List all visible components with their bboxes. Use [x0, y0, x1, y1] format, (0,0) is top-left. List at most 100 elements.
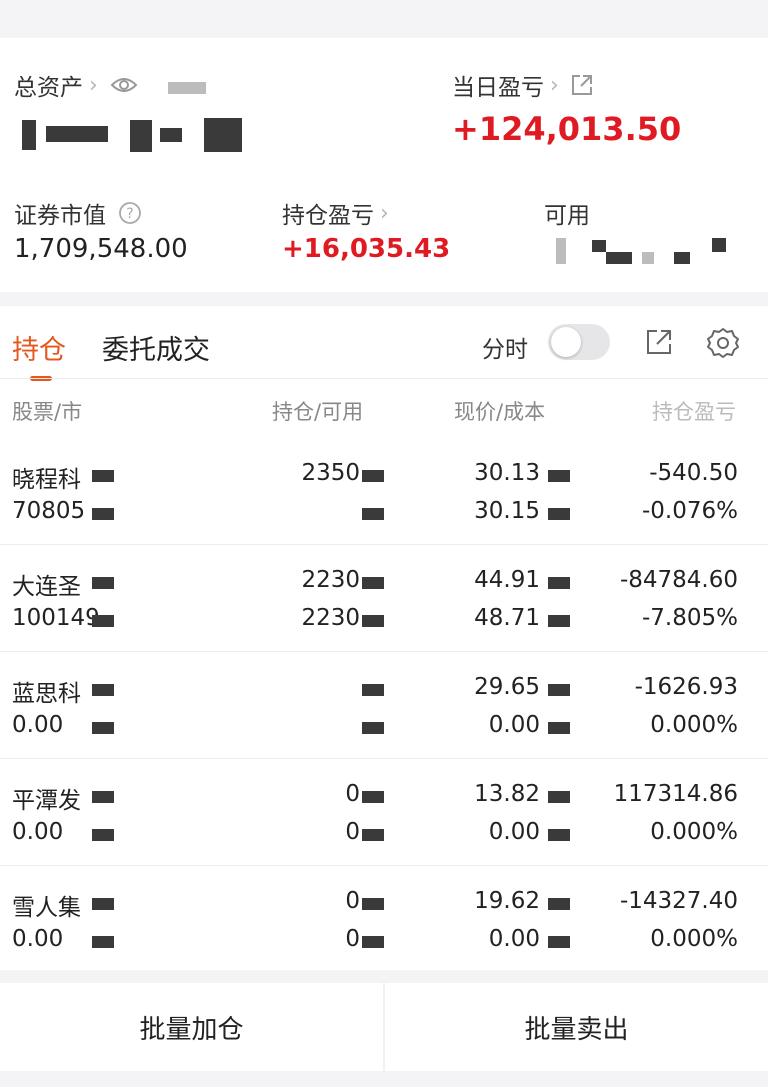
table-row[interactable]: 平潭发 0.00 0 0 13.82 0.00 117314.86 0.000%	[0, 759, 768, 866]
privacy-mask	[92, 470, 114, 482]
available-qty: 2230	[301, 605, 360, 631]
stock-code: 100149	[12, 605, 100, 631]
header-holding: 持仓/可用	[272, 400, 364, 424]
stock-code: 0.00	[12, 819, 64, 845]
privacy-mask	[92, 615, 114, 627]
holding-pnl-link[interactable]: 持仓盈亏 ›	[282, 196, 389, 230]
tab-orders[interactable]: 委托成交	[102, 328, 210, 367]
privacy-mask	[548, 684, 570, 696]
privacy-mask	[92, 577, 114, 589]
stock-name: 平潭发	[12, 788, 81, 814]
holding-pnl: -84784.60	[619, 567, 738, 593]
holding-pnl: -540.50	[649, 460, 738, 486]
stock-name: 雪人集	[12, 895, 81, 921]
header-stock: 股票/市	[12, 400, 83, 424]
stock-name: 大连圣	[12, 574, 81, 600]
privacy-mask	[92, 508, 114, 520]
current-price: 13.82	[474, 781, 540, 807]
chevron-right-icon: ›	[89, 72, 98, 98]
privacy-mask	[92, 829, 114, 841]
total-assets-link[interactable]: 总资产 ›	[14, 68, 138, 102]
eye-icon[interactable]	[110, 75, 138, 95]
gear-icon[interactable]	[706, 326, 740, 360]
tabs-divider	[0, 378, 768, 379]
holding-pnl-pct: 0.000%	[650, 712, 738, 738]
help-circle-icon[interactable]: ?	[118, 201, 142, 225]
current-price: 29.65	[474, 674, 540, 700]
available-label: 可用	[544, 203, 590, 229]
header-pnl: 持仓盈亏	[652, 400, 736, 424]
privacy-mask	[362, 577, 384, 589]
current-price: 19.62	[474, 888, 540, 914]
header-price: 现价/成本	[454, 400, 546, 424]
stock-code: 0.00	[12, 926, 64, 952]
available-qty: 0	[345, 926, 360, 952]
holding-pnl-pct: -0.076%	[642, 498, 738, 524]
intraday-label: 分时	[482, 337, 528, 363]
privacy-mask	[362, 898, 384, 910]
table-row[interactable]: 雪人集 0.00 0 0 19.62 0.00 -14327.40 0.000%	[0, 866, 768, 973]
privacy-mask	[92, 722, 114, 734]
privacy-mask	[548, 898, 570, 910]
privacy-mask	[548, 577, 570, 589]
privacy-mask	[362, 470, 384, 482]
cost-price: 30.15	[474, 498, 540, 524]
privacy-mask	[548, 791, 570, 803]
chevron-right-icon: ›	[550, 72, 559, 98]
market-value-info[interactable]: 证券市值 ?	[14, 196, 142, 230]
cost-price: 0.00	[488, 926, 540, 952]
external-link-icon[interactable]	[571, 74, 593, 96]
tab-holdings[interactable]: 持仓	[12, 328, 66, 367]
privacy-mask	[548, 508, 570, 520]
stock-name: 晓程科	[12, 467, 81, 493]
stock-code: 0.00	[12, 712, 64, 738]
batch-sell-button[interactable]: 批量卖出	[385, 983, 768, 1071]
holding-pnl: 117314.86	[613, 781, 738, 807]
privacy-mask	[362, 829, 384, 841]
privacy-mask	[362, 508, 384, 520]
holding-pnl-label: 持仓盈亏	[282, 203, 374, 229]
share-icon[interactable]	[645, 328, 673, 356]
market-value: 1,709,548.00	[14, 234, 188, 264]
batch-actions-bar: 批量加仓 批量卖出	[0, 983, 768, 1071]
privacy-mask	[362, 684, 384, 696]
chevron-right-icon: ›	[380, 200, 389, 226]
holding-pnl: -14327.40	[619, 888, 738, 914]
holding-pnl-pct: 0.000%	[650, 819, 738, 845]
cost-price: 0.00	[488, 819, 540, 845]
holding-pnl-pct: 0.000%	[650, 926, 738, 952]
privacy-mask	[92, 791, 114, 803]
privacy-mask	[92, 936, 114, 948]
privacy-mask	[92, 898, 114, 910]
table-row[interactable]: 大连圣 100149 2230 2230 44.91 48.71 -84784.60 -7.8…	[0, 545, 768, 652]
daily-pnl-label: 当日盈亏	[452, 75, 544, 101]
privacy-mask	[362, 791, 384, 803]
positions-card: 持仓 委托成交 分时 股票/市 持仓/可用 现价/成本 持仓盈亏 晓程科 7080…	[0, 306, 768, 970]
daily-pnl-link[interactable]: 当日盈亏 ›	[452, 68, 593, 102]
cost-price: 0.00	[488, 712, 540, 738]
account-summary-card: 总资产 › 当日盈亏 › +124,013.50 证券市值 ? 1,709,54…	[0, 38, 768, 292]
batch-add-button[interactable]: 批量加仓	[0, 983, 383, 1071]
stock-name: 蓝思科	[12, 681, 81, 707]
daily-pnl-value: +124,013.50	[452, 110, 682, 148]
privacy-mask	[362, 936, 384, 948]
holding-qty: 2230	[301, 567, 360, 593]
privacy-mask	[362, 722, 384, 734]
table-row[interactable]: 晓程科 70805 2350 30.13 30.15 -540.50 -0.076%	[0, 438, 768, 545]
privacy-mask	[548, 829, 570, 841]
privacy-mask	[548, 470, 570, 482]
table-row[interactable]: 蓝思科 0.00 29.65 0.00 -1626.93 0.000%	[0, 652, 768, 759]
holding-pnl-pct: -7.805%	[642, 605, 738, 631]
holding-pnl-value: +16,035.43	[282, 234, 451, 264]
svg-text:?: ?	[126, 206, 133, 222]
privacy-mask	[362, 615, 384, 627]
privacy-mask	[548, 722, 570, 734]
intraday-toggle[interactable]	[548, 324, 610, 360]
privacy-mask	[548, 936, 570, 948]
current-price: 44.91	[474, 567, 540, 593]
holding-qty: 0	[345, 888, 360, 914]
holding-qty: 0	[345, 781, 360, 807]
privacy-mask	[548, 615, 570, 627]
market-value-label: 证券市值	[14, 203, 106, 229]
cost-price: 48.71	[474, 605, 540, 631]
